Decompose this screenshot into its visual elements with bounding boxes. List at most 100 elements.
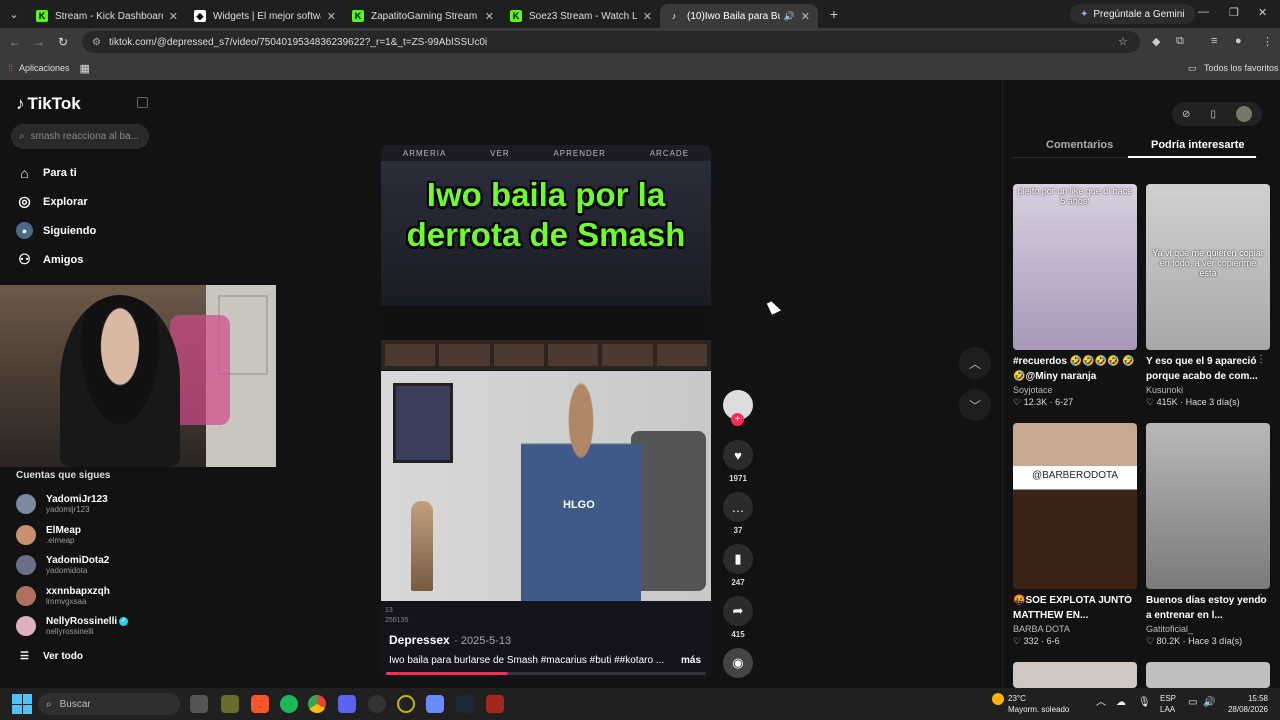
- new-tab-button[interactable]: +: [822, 6, 846, 22]
- following-item[interactable]: xxnnbapxzqh lmmvgxsaa: [16, 586, 110, 606]
- sidebar-collapse-icon[interactable]: [137, 97, 148, 108]
- tab-search-chevron-icon[interactable]: ⌄: [0, 0, 28, 28]
- nav-item-amigos[interactable]: ⚇ Amigos: [16, 251, 83, 268]
- weather-widget[interactable]: 23°C Mayorm. soleado: [1008, 693, 1069, 715]
- more-link[interactable]: más: [681, 655, 701, 666]
- maximize-icon[interactable]: ❐: [1229, 6, 1239, 19]
- minimize-icon[interactable]: —: [1198, 6, 1209, 18]
- card-title: Y eso que el 9 apareció porque acabo de …: [1146, 356, 1258, 382]
- volume-icon[interactable]: 🔊: [1203, 697, 1215, 708]
- recommended-video-card[interactable]: pleito por un like que di hace 5 años: #…: [1013, 184, 1137, 408]
- tab-comentarios[interactable]: Comentarios: [1046, 139, 1113, 151]
- card-likes: 332: [1023, 636, 1039, 646]
- nav-item-explorar[interactable]: ◎ Explorar: [16, 193, 87, 210]
- tab-soez3[interactable]: K Soez3 Stream - Watch Live on K ✕: [502, 4, 660, 28]
- obs-icon[interactable]: [368, 695, 386, 713]
- more-options-icon[interactable]: ⋮: [1123, 593, 1133, 604]
- music-disc[interactable]: ◉: [722, 648, 754, 678]
- task-view-icon[interactable]: [190, 695, 208, 713]
- close-icon[interactable]: ✕: [485, 10, 494, 23]
- tab-kick-dashboard[interactable]: K Stream - Kick Dashboard ✕: [28, 4, 186, 28]
- app-icon[interactable]: [426, 695, 444, 713]
- tab-zapatito[interactable]: K ZapatitoGaming Stream - Watch ✕: [344, 4, 502, 28]
- card-date: Hace 3 día(s): [1185, 397, 1240, 407]
- app-icon[interactable]: [397, 695, 415, 713]
- close-icon[interactable]: ✕: [801, 10, 810, 23]
- close-icon[interactable]: ✕: [643, 10, 652, 23]
- recommended-video-card[interactable]: Ya vi que me quieren copiar en todo, a v…: [1146, 184, 1270, 408]
- tab-podria-interesarte[interactable]: Podría interesarte: [1151, 139, 1245, 151]
- comment-button[interactable]: … 37: [722, 492, 754, 535]
- gemini-button[interactable]: ✦ Pregúntale a Gemini: [1070, 4, 1195, 24]
- discord-icon[interactable]: [338, 695, 356, 713]
- cloud-icon[interactable]: ☁: [1116, 697, 1126, 708]
- windows-start-icon[interactable]: [12, 694, 32, 714]
- following-item[interactable]: ElMeap .elmeap: [16, 525, 81, 545]
- bookmark-apps[interactable]: Aplicaciones: [19, 63, 70, 73]
- brave-icon[interactable]: [251, 695, 269, 713]
- chevron-down-icon[interactable]: ﹀: [959, 389, 991, 421]
- extension-icon[interactable]: ◆: [1152, 35, 1160, 48]
- recommended-video-card[interactable]: [1146, 662, 1270, 688]
- following-item[interactable]: NellyRossinelli ✓ nellyrossinelli: [16, 616, 129, 636]
- follow-plus-icon[interactable]: +: [731, 413, 744, 426]
- share-button[interactable]: ➦ 415: [722, 596, 754, 639]
- kebab-menu-icon[interactable]: ⋮: [1262, 35, 1273, 48]
- tab-tiktok-active[interactable]: ♪ (10)Iwo Baila para Burlarse 🔊 ✕: [660, 4, 818, 28]
- more-options-icon[interactable]: ⋮: [1256, 354, 1266, 365]
- monitor-icon[interactable]: ▭: [1188, 697, 1197, 708]
- site-info-icon[interactable]: ⚙: [92, 37, 101, 48]
- spotify-icon[interactable]: [280, 695, 298, 713]
- profile-avatar[interactable]: [1235, 106, 1252, 122]
- tiktok-page: ♪ TikTok ⌕ smash reacciona al ba... ⌂ Pa…: [0, 80, 1280, 688]
- all-favorites-link[interactable]: Todos los favoritos: [1204, 63, 1279, 73]
- compass-icon[interactable]: ⊘: [1182, 109, 1190, 120]
- recommended-video-card[interactable]: [1013, 662, 1137, 688]
- following-item[interactable]: YadomiDota2 yadomidota: [16, 555, 109, 575]
- chevron-up-icon[interactable]: ︿: [959, 347, 991, 379]
- tray-chevron-icon[interactable]: ︿: [1096, 697, 1106, 708]
- media-icon[interactable]: ≡: [1211, 35, 1217, 47]
- microphone-icon[interactable]: 🎙: [1138, 697, 1151, 708]
- more-options-icon[interactable]: ⋮: [1256, 593, 1266, 604]
- recommended-video-card[interactable]: Buenos días estoy yendo a entrenar en l.…: [1146, 423, 1270, 647]
- language-indicator[interactable]: ESP LAA: [1160, 693, 1176, 715]
- see-all-link[interactable]: ☰ Ver todo: [20, 651, 83, 662]
- app-icon[interactable]: [221, 695, 239, 713]
- close-icon[interactable]: ✕: [169, 10, 178, 23]
- like-button[interactable]: ♥ 1971: [722, 440, 754, 483]
- url-input[interactable]: ⚙ tiktok.com/@depressed_s7/video/7504019…: [82, 31, 1140, 53]
- dota-icon[interactable]: [486, 695, 504, 713]
- tiktok-logo[interactable]: ♪ TikTok: [16, 94, 81, 114]
- video-author[interactable]: Depressex: [389, 633, 450, 647]
- nav-item-siguiendo[interactable]: ● Siguiendo: [16, 222, 96, 239]
- back-icon[interactable]: ←: [3, 35, 27, 49]
- video-progress-bar[interactable]: [386, 672, 706, 675]
- close-icon[interactable]: ✕: [327, 10, 336, 23]
- close-window-icon[interactable]: ✕: [1258, 6, 1267, 19]
- phone-icon[interactable]: ▯: [1210, 109, 1216, 120]
- reload-icon[interactable]: ↻: [51, 35, 75, 49]
- tab-title: Soez3 Stream - Watch Live on K: [529, 10, 637, 22]
- tab-widgets[interactable]: ◆ Widgets | El mejor software para ✕: [186, 4, 344, 28]
- recommended-video-card[interactable]: @BARBERODOTA 🤬SOE EXPLOTA JUNTO MATTHEW …: [1013, 423, 1137, 647]
- profile-avatar-icon[interactable]: ●: [1235, 35, 1242, 47]
- tab-groups-icon[interactable]: ▦: [80, 62, 90, 75]
- nav-item-para-ti[interactable]: ⌂ Para ti: [16, 164, 76, 181]
- more-options-icon[interactable]: ⋮: [1123, 354, 1133, 365]
- taskbar-search-input[interactable]: ⌕ Buscar: [38, 693, 180, 715]
- forward-icon[interactable]: →: [27, 35, 51, 49]
- bookmark-star-icon[interactable]: ☆: [1118, 35, 1128, 48]
- steam-icon[interactable]: [456, 695, 474, 713]
- speaker-icon[interactable]: 🔊: [784, 11, 795, 22]
- creator-avatar[interactable]: +: [722, 390, 754, 426]
- search-input[interactable]: ⌕ smash reacciona al ba...: [11, 124, 149, 149]
- clock[interactable]: 15:58 28/08/2026: [1222, 693, 1268, 715]
- video-player[interactable]: ARMERIA VER APRENDER ARCADE HLGO 13 2561…: [381, 145, 711, 678]
- save-button[interactable]: ▮ 247: [722, 544, 754, 587]
- puzzle-icon[interactable]: ⧉: [1176, 35, 1184, 48]
- following-item[interactable]: YadomiJr123 yadomijr123: [16, 494, 108, 514]
- save-count: 247: [731, 578, 745, 587]
- chrome-icon[interactable]: [308, 695, 326, 713]
- weather-icon[interactable]: [992, 693, 1004, 708]
